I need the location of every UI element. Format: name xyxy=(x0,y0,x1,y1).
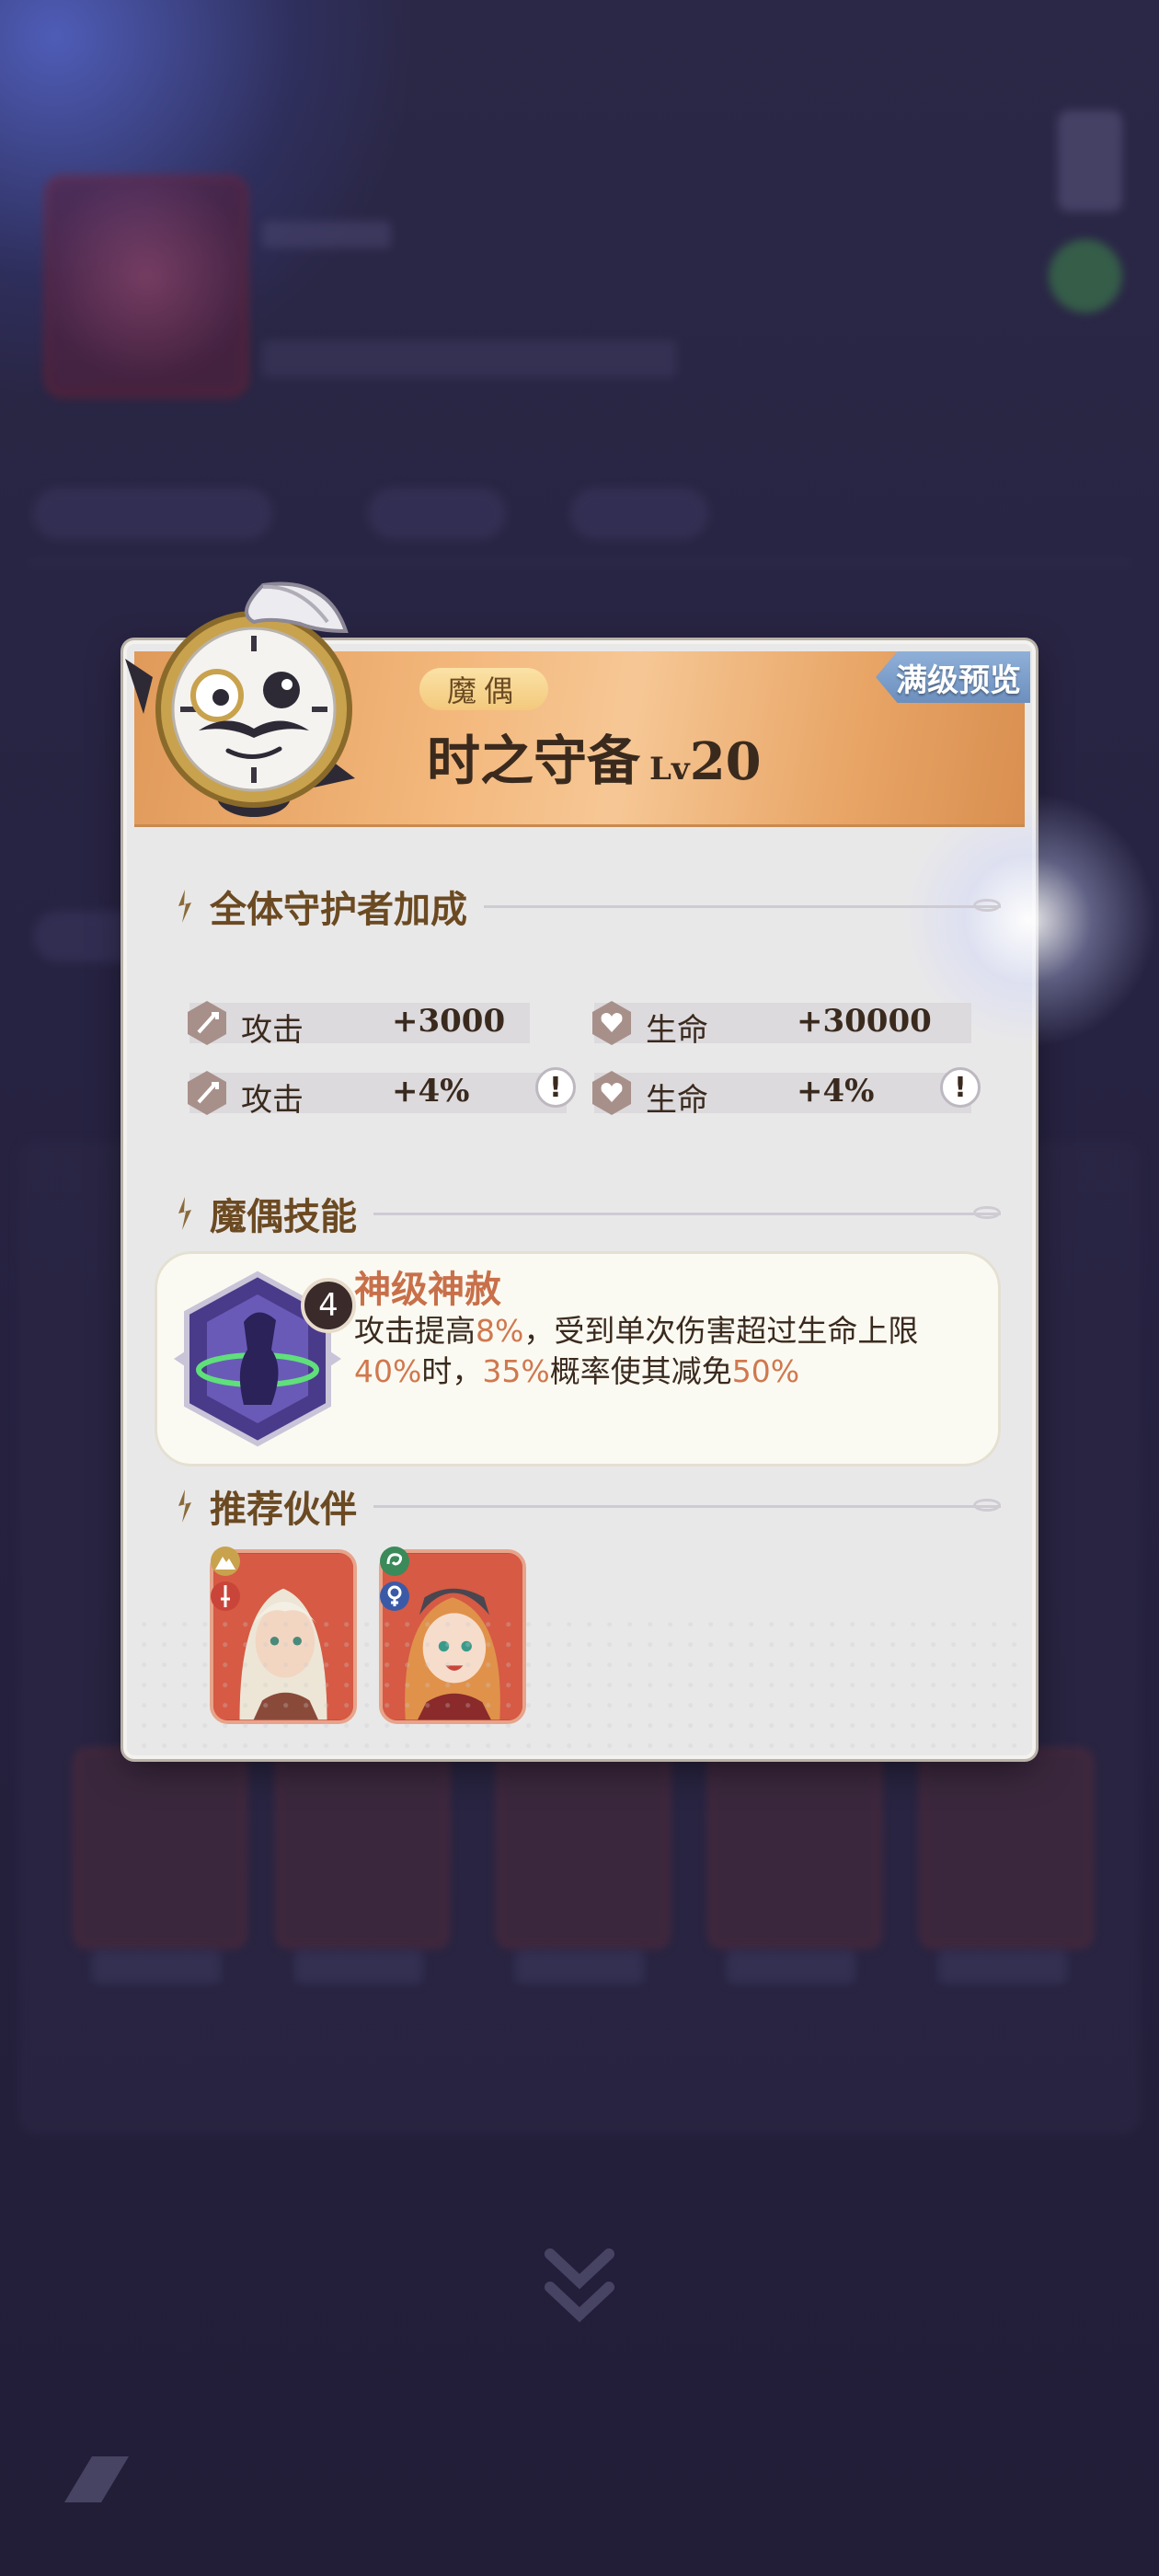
bg-subtitle-block xyxy=(262,221,391,248)
section-title: 全体守护者加成 xyxy=(210,889,467,931)
stat-value: +3000 xyxy=(392,1003,506,1040)
skill-card[interactable]: 4 神级神赦 攻击提高8%，受到单次伤害超过生命上限 40%时，35%概率使其减免… xyxy=(155,1251,1001,1466)
section-divider xyxy=(484,898,1001,912)
bg-card-label xyxy=(727,1950,855,1984)
bg-card xyxy=(708,1748,881,1949)
skill-name: 神级神赦 xyxy=(354,1269,501,1311)
bg-card-label xyxy=(92,1950,221,1984)
desc-text: 时， xyxy=(421,1353,483,1389)
sword-icon xyxy=(211,1581,240,1611)
bg-card xyxy=(276,1748,449,1949)
section-title: 魔偶技能 xyxy=(210,1196,357,1238)
bg-card xyxy=(497,1748,670,1949)
stat-row: 攻击 +4% ! xyxy=(188,1067,576,1119)
attack-icon xyxy=(188,1071,226,1115)
desc-text: 概率使其减免 xyxy=(549,1353,732,1389)
desc-text: ，受到单次伤害超过生命上限 xyxy=(523,1313,919,1349)
bg-card xyxy=(74,1748,247,1949)
section-partners-header: 推荐伙伴 xyxy=(173,1479,1001,1533)
back-icon[interactable] xyxy=(55,2447,138,2512)
stat-row: 生命 +30000 xyxy=(592,1001,971,1049)
bg-tag-block xyxy=(262,340,676,377)
bg-card-label xyxy=(938,1950,1067,1984)
desc-highlight: 50% xyxy=(731,1353,800,1389)
desc-highlight: 35% xyxy=(482,1353,550,1389)
bg-tab xyxy=(33,488,272,539)
desc-highlight: 40% xyxy=(354,1353,422,1389)
stat-name: 攻击 xyxy=(241,1012,304,1049)
skill-description: 攻击提高8%，受到单次伤害超过生命上限 40%时，35%概率使其减免50% xyxy=(354,1311,980,1392)
section-divider xyxy=(373,1205,1001,1219)
stat-row: 生命 +4% ! xyxy=(592,1067,981,1119)
mountain-icon xyxy=(211,1547,240,1576)
swirl-icon xyxy=(380,1547,409,1576)
partner-card-orange-hair[interactable] xyxy=(379,1549,526,1724)
bg-divider xyxy=(28,561,1131,564)
section-skill-header: 魔偶技能 xyxy=(173,1187,1001,1240)
bg-avatar xyxy=(44,175,248,397)
stat-name: 生命 xyxy=(646,1082,708,1119)
clock-puppet-mascot-icon xyxy=(125,581,355,817)
scroll-down-chevron-icon[interactable] xyxy=(543,2245,616,2328)
stat-name: 生命 xyxy=(646,1012,708,1049)
level-prefix: Lv xyxy=(649,751,690,788)
partner-portrait-orange-hair xyxy=(383,1553,522,1720)
puppet-title: 时之守备 Lv20 xyxy=(427,718,762,795)
spark-icon xyxy=(178,1197,191,1230)
bg-tab xyxy=(368,488,506,539)
health-icon xyxy=(592,1071,631,1115)
skill-level-badge: 4 xyxy=(301,1278,356,1333)
info-button[interactable]: ! xyxy=(535,1067,576,1108)
bg-card-label xyxy=(515,1950,644,1984)
desc-text: 攻击提高 xyxy=(354,1313,476,1349)
stat-value: +4% xyxy=(392,1073,470,1110)
type-label: 魔偶 xyxy=(419,668,548,710)
bg-ranking-icon xyxy=(1058,110,1122,212)
venus-icon xyxy=(380,1581,409,1611)
stat-row: 攻击 +3000 xyxy=(188,1001,530,1049)
bg-tab xyxy=(570,488,708,539)
stat-value: +4% xyxy=(797,1073,875,1110)
partner-card-white-hair[interactable] xyxy=(210,1549,357,1724)
bg-card xyxy=(920,1748,1093,1949)
health-icon xyxy=(592,1001,631,1045)
attack-icon xyxy=(188,1001,226,1045)
section-divider xyxy=(373,1498,1001,1512)
stat-name: 攻击 xyxy=(241,1082,304,1119)
section-title: 推荐伙伴 xyxy=(210,1489,357,1531)
bg-card-label xyxy=(294,1950,423,1984)
stat-value: +30000 xyxy=(797,1003,932,1040)
max-level-preview-badge[interactable]: 满级预览 xyxy=(876,651,1030,703)
section-guardian-bonus-header: 全体守护者加成 xyxy=(173,880,1001,933)
partner-portrait-white-hair xyxy=(213,1553,353,1720)
info-button[interactable]: ! xyxy=(940,1067,981,1108)
puppet-name: 时之守备 xyxy=(427,730,641,792)
level-value: 20 xyxy=(689,731,762,792)
spark-icon xyxy=(178,1489,191,1523)
desc-highlight: 8% xyxy=(476,1313,524,1349)
spark-icon xyxy=(178,890,191,923)
puppet-detail-modal: 满级预览 魔偶 时之守备 Lv20 全体守护者加成 攻击 +3000 生命 +3… xyxy=(125,581,1157,1755)
bg-side-icon xyxy=(1049,239,1122,313)
